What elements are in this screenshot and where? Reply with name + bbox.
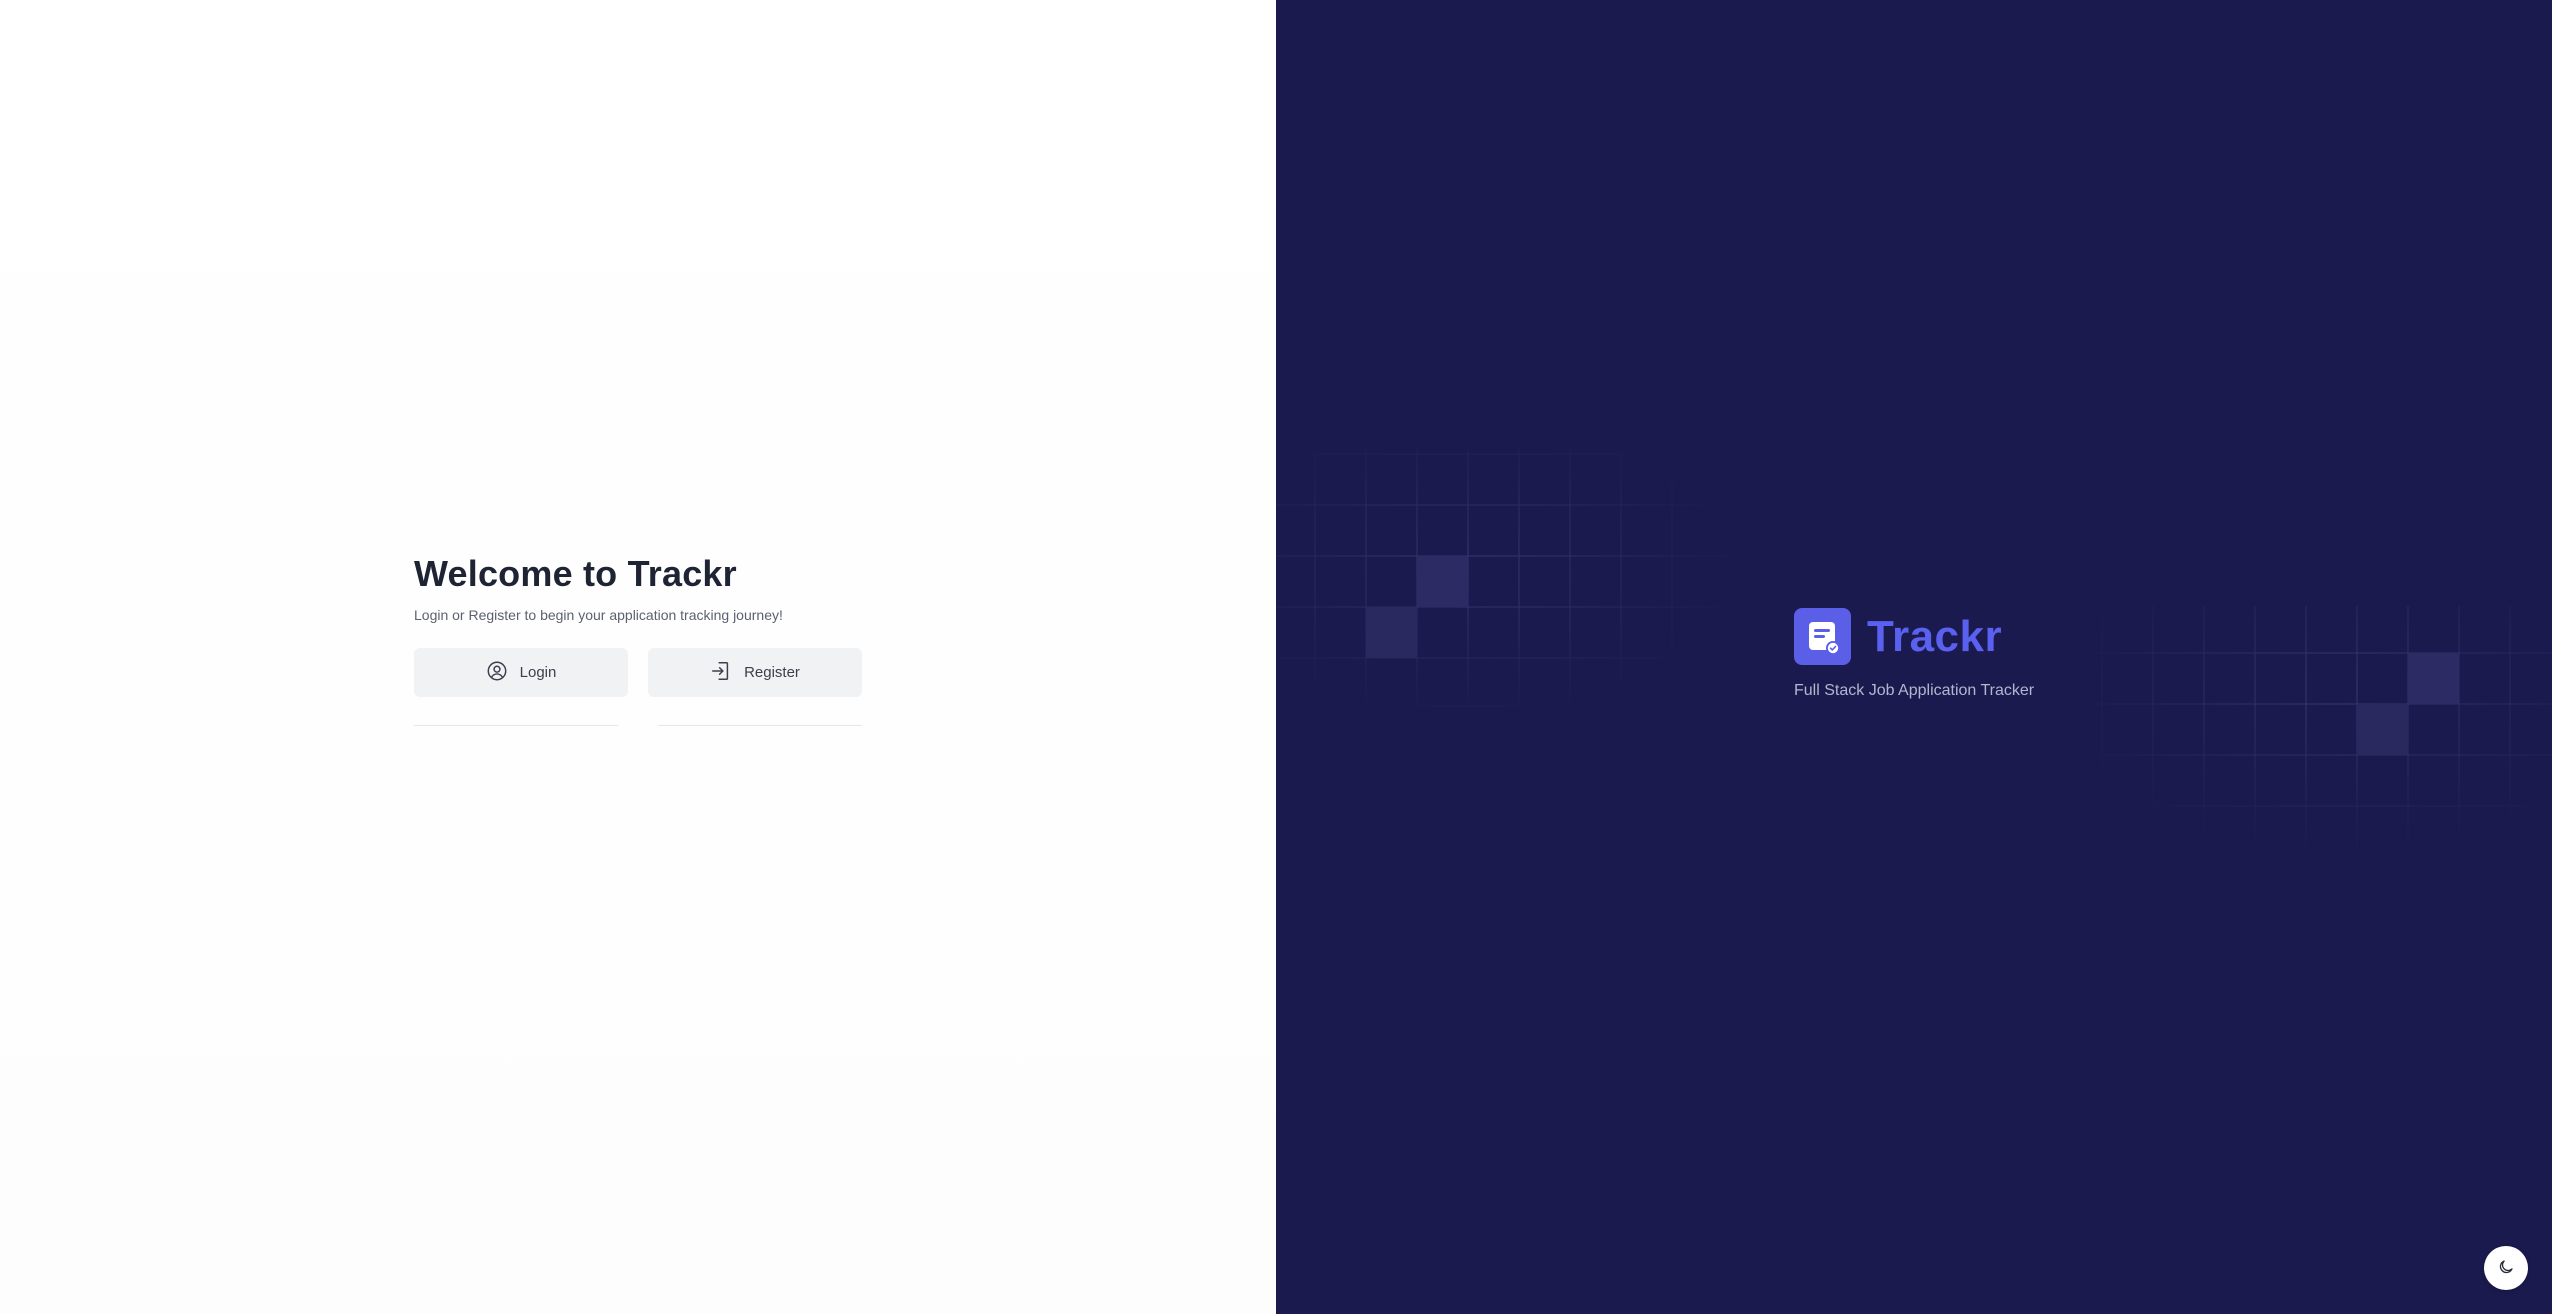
- grid-cell-highlight: [2357, 704, 2408, 755]
- brand-panel: Trackr Full Stack Job Application Tracke…: [1276, 0, 2552, 1314]
- clipboard-check-icon: [1794, 608, 1851, 665]
- sign-in-icon: [710, 660, 732, 686]
- brand-tagline: Full Stack Job Application Tracker: [1794, 682, 2035, 699]
- welcome-card: Welcome to Trackr Login or Register to b…: [414, 552, 862, 726]
- register-button[interactable]: Register: [648, 648, 862, 697]
- page-subtitle: Login or Register to begin your applicat…: [414, 607, 783, 623]
- grid-block-left: [1276, 450, 1736, 707]
- theme-toggle-button[interactable]: [2484, 1246, 2528, 1290]
- grid-cell-highlight: [2408, 653, 2459, 704]
- grid-block-right: [2096, 606, 2552, 860]
- user-circle-icon: [486, 660, 508, 686]
- grid-cell-highlight: [1366, 607, 1417, 658]
- divider: [414, 725, 862, 726]
- register-button-label: Register: [744, 664, 800, 681]
- login-button[interactable]: Login: [414, 648, 628, 697]
- grid-cell-highlight: [1417, 556, 1468, 607]
- login-button-label: Login: [519, 664, 557, 681]
- auth-buttons: Login Register: [414, 648, 862, 697]
- brand-name: Trackr: [1867, 611, 2003, 661]
- page-title: Welcome to Trackr: [414, 553, 737, 594]
- divider-line-right: [658, 725, 862, 726]
- brand-lockup: Trackr: [1794, 608, 2002, 665]
- auth-page: Welcome to Trackr Login or Register to b…: [0, 0, 2552, 1314]
- divider-line-left: [414, 725, 618, 726]
- moon-icon: [2497, 1258, 2515, 1279]
- welcome-panel: Welcome to Trackr Login or Register to b…: [0, 0, 1276, 1314]
